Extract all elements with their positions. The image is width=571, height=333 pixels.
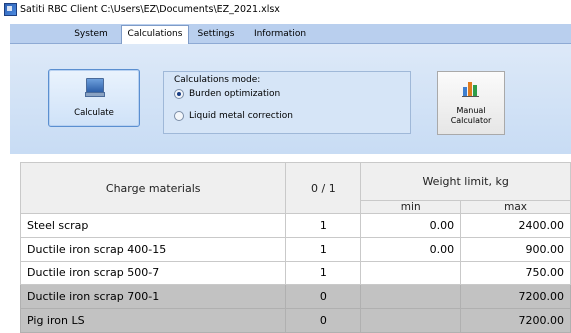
- bar-chart-icon: [462, 82, 479, 97]
- table-row[interactable]: Ductile iron scrap 400-15 1 0.00 900.00: [19, 236, 571, 262]
- charge-materials-grid: Charge materials 0 / 1 Weight limit, kg …: [19, 162, 571, 333]
- app-icon: [4, 2, 17, 16]
- material-name-cell[interactable]: Ductile iron scrap 400-15: [19, 236, 287, 262]
- tab-system[interactable]: System: [62, 26, 120, 42]
- max-cell[interactable]: 900.00: [460, 236, 571, 262]
- ribbon: System Calculations Settings Information…: [10, 24, 571, 154]
- column-header-min[interactable]: min: [360, 200, 462, 214]
- tab-calculations[interactable]: Calculations: [121, 25, 189, 44]
- radio-unselected-icon[interactable]: [174, 111, 184, 121]
- column-header-max[interactable]: max: [460, 200, 571, 214]
- radio-burden-optimization[interactable]: Burden optimization: [174, 89, 280, 99]
- max-cell[interactable]: 2400.00: [460, 213, 571, 238]
- window-title: Satiti RBC Client C:\Users\EZ\Documents\…: [20, 3, 280, 15]
- max-cell[interactable]: 7200.00: [460, 308, 571, 333]
- manual-calculator-button[interactable]: Manual Calculator: [437, 71, 505, 135]
- radio-selected-icon[interactable]: [174, 89, 184, 99]
- mode-title: Calculations mode:: [174, 75, 261, 85]
- max-cell[interactable]: 750.00: [460, 260, 571, 286]
- flag-cell[interactable]: 1: [285, 213, 362, 238]
- flag-cell[interactable]: 0: [285, 284, 362, 310]
- column-header-materials[interactable]: Charge materials: [19, 162, 287, 214]
- radio-label: Burden optimization: [189, 89, 281, 99]
- table-row[interactable]: Pig iron LS 0 7200.00: [19, 308, 571, 333]
- manual-calculator-label-line2: Calculator: [450, 116, 492, 125]
- min-cell[interactable]: [360, 260, 462, 286]
- table-row[interactable]: Ductile iron scrap 700-1 0 7200.00: [19, 284, 571, 310]
- calculate-button[interactable]: Calculate: [48, 69, 140, 127]
- ribbon-tabstrip: System Calculations Settings Information: [10, 24, 571, 44]
- min-cell[interactable]: [360, 284, 462, 310]
- material-name-cell[interactable]: Pig iron LS: [19, 308, 287, 333]
- manual-calculator-label-line1: Manual: [456, 106, 486, 115]
- tab-information[interactable]: Information: [247, 26, 313, 42]
- title-bar: Satiti RBC Client C:\Users\EZ\Documents\…: [0, 0, 571, 18]
- radio-liquid-metal-correction[interactable]: Liquid metal correction: [174, 111, 293, 121]
- max-cell[interactable]: 7200.00: [460, 284, 571, 310]
- tab-settings[interactable]: Settings: [190, 26, 242, 42]
- ribbon-panel: Calculate Calculations mode: Burden opti…: [10, 44, 571, 154]
- flag-cell[interactable]: 1: [285, 236, 362, 262]
- column-header-toggle[interactable]: 0 / 1: [285, 162, 362, 214]
- column-header-weight-limit[interactable]: Weight limit, kg: [360, 162, 571, 201]
- material-name-cell[interactable]: Steel scrap: [19, 213, 287, 238]
- min-cell[interactable]: [360, 308, 462, 333]
- table-row[interactable]: Ductile iron scrap 500-7 1 750.00: [19, 260, 571, 286]
- min-cell[interactable]: 0.00: [360, 236, 462, 262]
- manual-calculator-label: Manual Calculator: [438, 106, 504, 126]
- min-cell[interactable]: 0.00: [360, 213, 462, 238]
- flag-cell[interactable]: 1: [285, 260, 362, 286]
- material-name-cell[interactable]: Ductile iron scrap 500-7: [19, 260, 287, 286]
- computer-icon: [85, 78, 105, 97]
- table-row[interactable]: Steel scrap 1 0.00 2400.00: [19, 213, 571, 238]
- radio-label: Liquid metal correction: [189, 111, 293, 121]
- calculations-mode-group: Calculations mode: Burden optimization L…: [163, 71, 411, 134]
- calculate-label: Calculate: [74, 108, 114, 118]
- material-name-cell[interactable]: Ductile iron scrap 700-1: [19, 284, 287, 310]
- flag-cell[interactable]: 0: [285, 308, 362, 333]
